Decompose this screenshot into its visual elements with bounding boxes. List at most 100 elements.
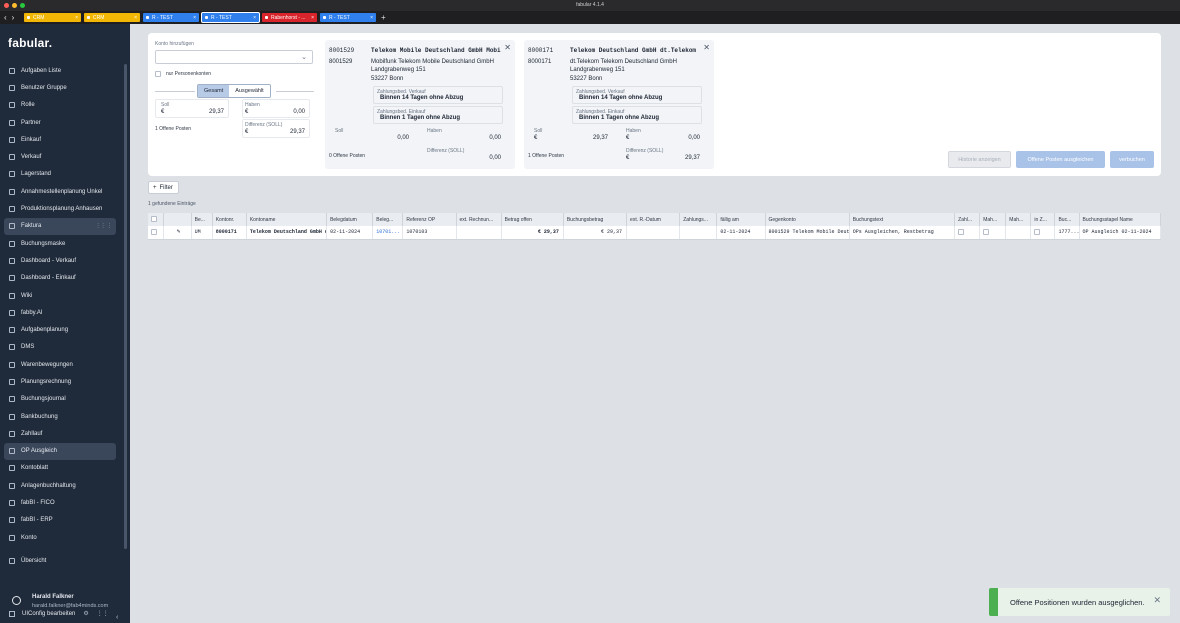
sidebar-item-dashboard-verkauf[interactable]: Dashboard - Verkauf xyxy=(4,252,116,269)
sidebar-item-konto[interactable]: Konto xyxy=(4,529,116,546)
sidebar-item-buchungsjournal[interactable]: Buchungsjournal xyxy=(4,391,116,408)
sidebar-item-aufgaben-liste[interactable]: Aufgaben Liste xyxy=(4,62,116,79)
row-flag-checkbox[interactable] xyxy=(958,229,965,236)
tab-item[interactable]: CRM × xyxy=(24,13,81,22)
sidebar-item-fabbi-erp[interactable]: fabBI - ERP xyxy=(4,512,116,529)
column-header[interactable]: in Z... xyxy=(1030,213,1056,226)
drag-handle-icon[interactable]: ⋮⋮ ⋮ xyxy=(96,223,112,229)
seg-gesamt[interactable]: Gesamt xyxy=(198,85,230,97)
table-row[interactable]: ✎UM8000171Telekom Deutschland GmbH dt.Te… xyxy=(148,226,1162,240)
sidebar-item-produktionsplanung-anhausen[interactable]: Produktionsplanung Anhausen xyxy=(4,200,116,217)
column-header[interactable]: Be... xyxy=(191,213,213,226)
close-toast-icon[interactable]: ✕ xyxy=(1153,595,1161,606)
close-icon[interactable]: ✕ xyxy=(504,43,511,52)
column-header[interactable]: Beleg... xyxy=(372,213,404,226)
sidebar-item-dashboard-einkauf[interactable]: Dashboard - Einkauf xyxy=(4,270,116,287)
scope-toggle[interactable]: Gesamt Ausgewählt xyxy=(197,84,271,98)
tab-close-icon[interactable]: × xyxy=(75,15,78,21)
filter-button[interactable]: + Filter xyxy=(148,181,179,194)
column-header[interactable]: ext. R.-Datum xyxy=(626,213,681,226)
column-header[interactable] xyxy=(163,213,192,226)
sidebar-item-verkauf[interactable]: Verkauf xyxy=(4,148,116,165)
sidebar-item-dms[interactable]: DMS xyxy=(4,339,116,356)
sidebar-item-einkauf[interactable]: Einkauf xyxy=(4,131,116,148)
post-button[interactable]: verbuchen xyxy=(1110,151,1154,168)
column-header[interactable]: ext. Rechnun... xyxy=(456,213,502,226)
sidebar-item-fabbi-fico[interactable]: fabBI - FICO xyxy=(4,494,116,511)
show-history-button[interactable]: Historie anzeigen xyxy=(948,151,1011,168)
zoom-window-button[interactable] xyxy=(20,3,25,8)
edit-pencil-icon[interactable]: ✎ xyxy=(163,226,192,240)
tab-pin-icon xyxy=(265,16,268,19)
close-icon[interactable]: ✕ xyxy=(703,43,710,52)
grip-icon[interactable]: ⋮⋮ xyxy=(97,610,109,617)
tab-item[interactable]: Rabenhorst - ... × xyxy=(262,13,317,22)
sidebar-item-annahmestellenplanung-unkel[interactable]: Annahmestellenplanung Unkel xyxy=(4,183,116,200)
new-tab-button[interactable]: + xyxy=(381,13,386,22)
collapse-sidebar-icon[interactable]: ‹ xyxy=(116,614,118,621)
column-header[interactable]: Buchungsbetrag xyxy=(563,213,628,226)
column-header[interactable]: Zahlungs... xyxy=(679,213,718,226)
column-header[interactable]: Mah... xyxy=(1005,213,1032,226)
sidebar-item-buchungsmaske[interactable]: Buchungsmaske xyxy=(4,235,116,252)
column-header[interactable]: Kontoname xyxy=(246,213,328,226)
row-flag-checkbox[interactable] xyxy=(1034,229,1041,236)
column-header[interactable]: Mah... xyxy=(979,213,1007,226)
uiconfig-row[interactable]: UIConfig bearbeiten ⚙ ⋮⋮ xyxy=(9,610,109,617)
sidebar-item-benutzer-gruppe[interactable]: Benutzer Gruppe xyxy=(4,79,116,96)
sidebar-item-planungsrechnung[interactable]: Planungsrechnung xyxy=(4,373,116,390)
only-persons-row[interactable]: nur Personenkonten xyxy=(155,71,211,77)
sidebar-item-übersicht[interactable]: Übersicht xyxy=(4,552,116,569)
sidebar-item-aufgabenplanung[interactable]: Aufgabenplanung xyxy=(4,321,116,338)
column-header[interactable] xyxy=(148,213,164,226)
tab-item[interactable]: R - TEST × xyxy=(143,13,199,22)
sidebar-item-kontoblatt[interactable]: Kontoblatt xyxy=(4,460,116,477)
settings-icon[interactable]: ⚙ xyxy=(83,610,88,617)
tab-item[interactable]: R - TEST × xyxy=(320,13,376,22)
forward-arrow-icon[interactable]: › xyxy=(12,13,15,22)
tab-close-icon[interactable]: × xyxy=(134,15,137,21)
column-header[interactable]: Buc... xyxy=(1054,213,1080,226)
tab-item[interactable]: R - TEST × xyxy=(202,13,259,22)
sidebar-item-faktura[interactable]: Faktura ⋮⋮ ⋮ xyxy=(4,217,116,235)
column-header[interactable]: Buchungsstapel Name xyxy=(1079,213,1162,226)
sidebar-item-warenbewegungen[interactable]: Warenbewegungen xyxy=(4,356,116,373)
sidebar-item-fabby-ai[interactable]: fabby.AI xyxy=(4,304,116,321)
only-persons-checkbox[interactable] xyxy=(155,71,161,77)
sidebar-scrollbar[interactable] xyxy=(124,64,127,549)
tab-close-icon[interactable]: × xyxy=(253,15,256,21)
seg-ausgewaehlt[interactable]: Ausgewählt xyxy=(229,85,270,97)
sidebar-item-op-ausgleich[interactable]: OP Ausgleich xyxy=(4,442,116,460)
sidebar-item-anlagenbuchhaltung[interactable]: Anlagenbuchhaltung xyxy=(4,477,116,494)
column-header[interactable]: Gegenkonto xyxy=(765,213,850,226)
select-all-checkbox[interactable] xyxy=(151,216,157,223)
row-flag-checkbox[interactable] xyxy=(983,229,990,236)
sidebar-item-label: Verkauf xyxy=(21,154,42,161)
close-window-button[interactable] xyxy=(4,3,9,8)
sidebar-item-lagerstand[interactable]: Lagerstand xyxy=(4,166,116,183)
tab-item[interactable]: CRM × xyxy=(84,13,140,22)
column-header[interactable]: Zahl... xyxy=(954,213,981,226)
sidebar-item-rolle[interactable]: Rolle xyxy=(4,97,116,114)
column-header[interactable]: Kontonr. xyxy=(212,213,247,226)
add-account-select[interactable]: ⌄ xyxy=(155,50,313,64)
column-header[interactable]: fällig am xyxy=(716,213,766,226)
uiconfig-checkbox[interactable] xyxy=(9,610,15,617)
back-arrow-icon[interactable]: ‹ xyxy=(4,13,7,22)
sidebar-item-bankbuchung[interactable]: Bankbuchung xyxy=(4,408,116,425)
sidebar-item-zahllauf[interactable]: Zahllauf xyxy=(4,425,116,442)
tab-close-icon[interactable]: × xyxy=(193,15,196,21)
minimize-window-button[interactable] xyxy=(12,3,17,8)
column-header[interactable]: Betrag offen xyxy=(501,213,564,226)
column-header[interactable]: Belegdatum xyxy=(326,213,374,226)
tab-close-icon[interactable]: × xyxy=(311,15,314,21)
sidebar-item-partner[interactable]: Partner xyxy=(4,114,116,131)
row-checkbox[interactable] xyxy=(151,229,157,236)
sidebar-item-wiki[interactable]: Wiki xyxy=(4,287,116,304)
column-header[interactable]: Buchungstext xyxy=(849,213,956,226)
column-header[interactable]: Referenz OP xyxy=(402,213,457,226)
tab-close-icon[interactable]: × xyxy=(370,15,373,21)
balance-open-items-button[interactable]: Offene Posten ausgleichen xyxy=(1016,151,1105,168)
window-controls[interactable] xyxy=(4,3,25,8)
user-avatar-icon[interactable] xyxy=(12,596,21,605)
